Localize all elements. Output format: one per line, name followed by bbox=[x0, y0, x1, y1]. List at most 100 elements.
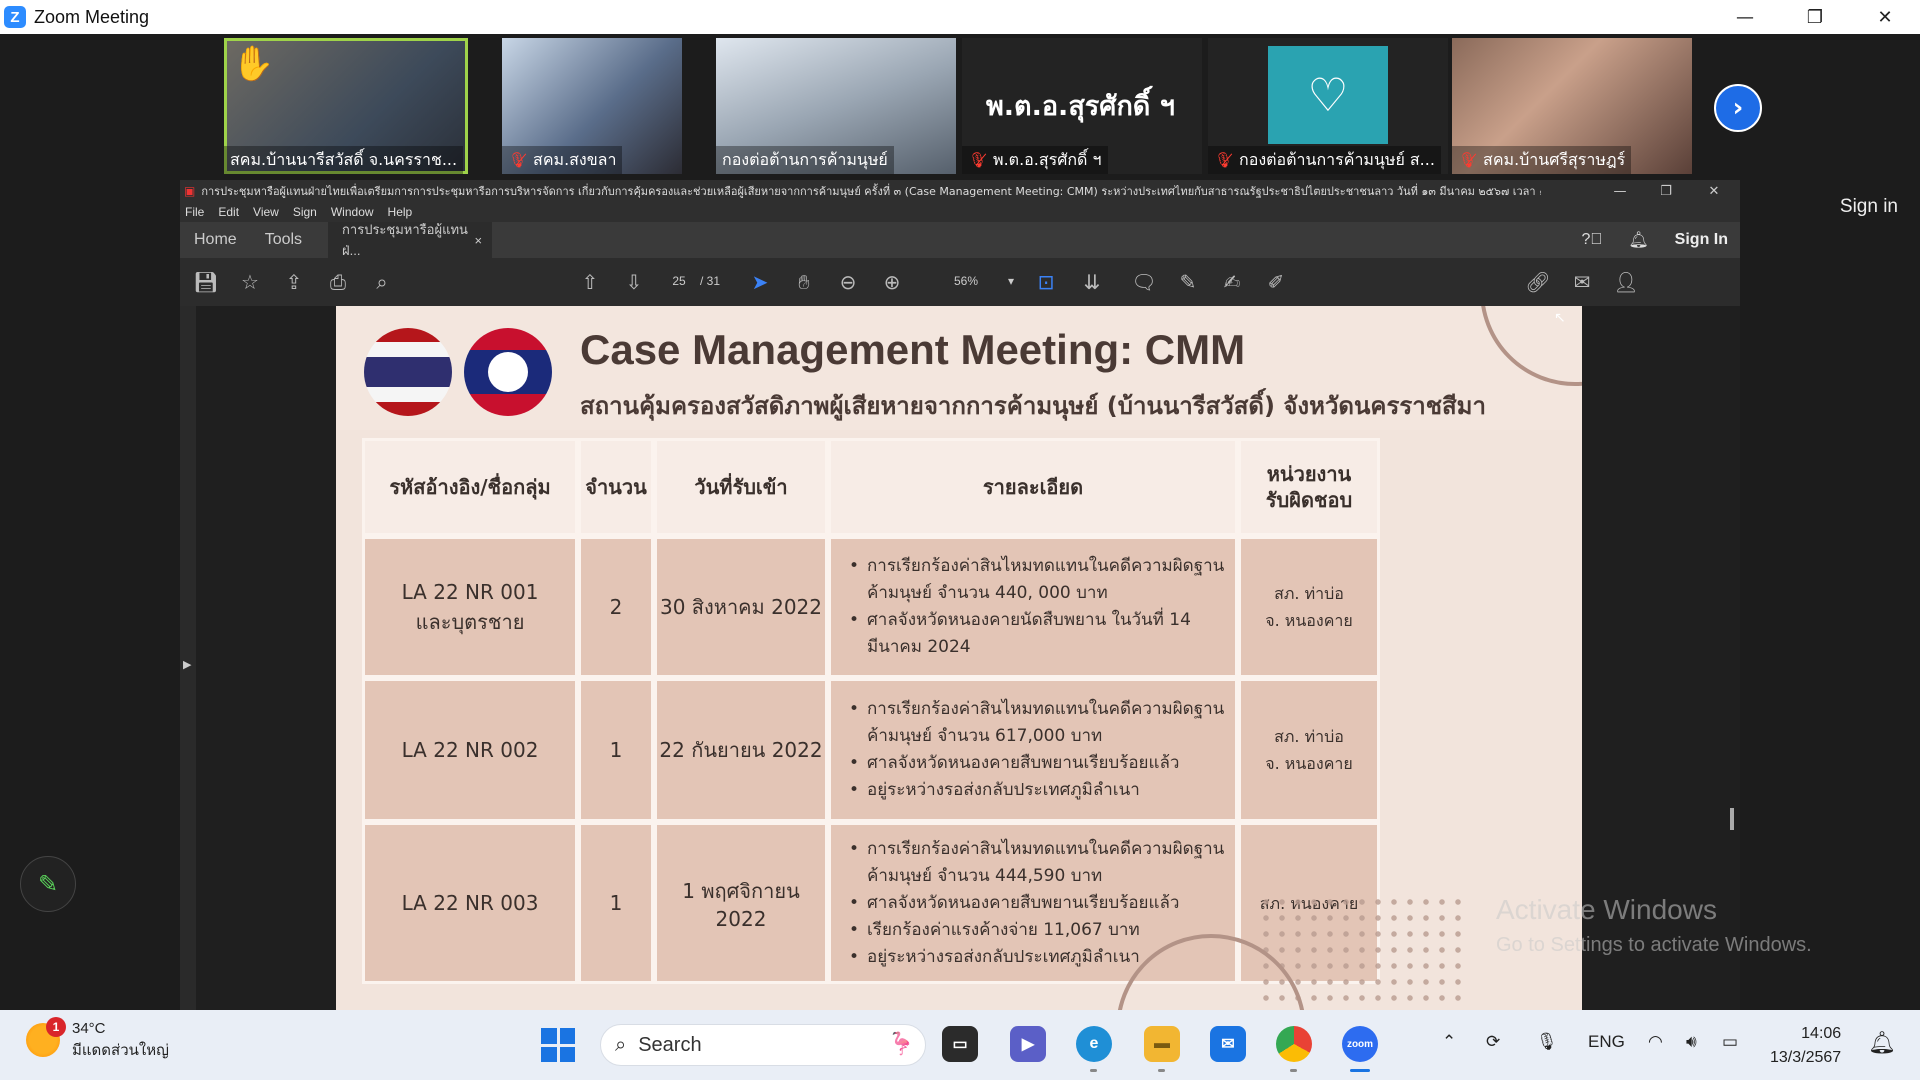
participant-strip: ✋ สคม.บ้านนารีสวัสดิ์ จ.นครราช... 🎙︎̸ สคม… bbox=[0, 34, 1920, 176]
annotate-pencil-button[interactable]: ✎ bbox=[20, 856, 76, 912]
zoom-out-icon[interactable]: ⊖ bbox=[834, 268, 862, 296]
add-user-icon[interactable]: 👤︎ bbox=[1612, 268, 1640, 296]
start-button[interactable] bbox=[541, 1028, 575, 1062]
sync-icon[interactable]: ⟳ bbox=[1486, 1032, 1500, 1052]
share-link-icon[interactable]: 🔗︎ bbox=[1524, 268, 1552, 296]
participant-tile[interactable]: ♡ 🎙︎̸ กองต่อต้านการค้ามนุษย์ ส... bbox=[1208, 38, 1448, 174]
menu-file[interactable]: File bbox=[185, 205, 204, 219]
prev-page-icon[interactable]: ⇧ bbox=[576, 268, 604, 296]
cell-unit: สภ. ท่าบ่อ จ. หนองคาย bbox=[1238, 536, 1380, 678]
next-page-icon[interactable]: ⇩ bbox=[620, 268, 648, 296]
search-icon: ⌕ bbox=[615, 1033, 627, 1056]
zoom-sign-in-link[interactable]: Sign in bbox=[1840, 196, 1898, 218]
minimize-button[interactable]: — bbox=[1710, 0, 1780, 34]
search-placeholder: Search bbox=[638, 1033, 702, 1056]
tab-document[interactable]: การประชุมหารือผู้แทนฝ่... × bbox=[328, 222, 493, 258]
star-icon[interactable]: ☆ bbox=[236, 268, 264, 296]
detail-item: ศาลจังหวัดหนองคายสืบพยานเรียบร้อยแล้ว bbox=[849, 750, 1235, 777]
sign-icon[interactable]: ✍︎ bbox=[1218, 268, 1246, 296]
chevron-up-icon[interactable]: ⌃ bbox=[1442, 1032, 1456, 1052]
save-icon[interactable]: 💾︎ bbox=[192, 268, 220, 296]
muted-mic-icon: 🎙︎̸ bbox=[508, 151, 528, 169]
bell-icon[interactable]: 🔔︎ bbox=[1628, 230, 1648, 250]
heart-logo-icon: ♡ bbox=[1268, 46, 1388, 144]
detail-item: ศาลจังหวัดหนองคายสืบพยานเรียบร้อยแล้ว bbox=[849, 890, 1235, 917]
acrobat-titlebar: ▣ การประชุมหารือผู้แทนฝ่ายไทยเพื่อเตรียม… bbox=[180, 180, 1740, 202]
zoom-level-select[interactable]: 56% ▾ bbox=[954, 270, 1014, 292]
microphone-icon[interactable]: 🎙︎ bbox=[1536, 1032, 1558, 1052]
acrobat-maximize-button[interactable]: ❐ bbox=[1646, 180, 1686, 202]
expand-panel-icon[interactable]: ▶ bbox=[183, 658, 191, 671]
weather-widget[interactable]: 1 34°C มีแดดส่วนใหญ่ bbox=[26, 1017, 169, 1062]
menu-view[interactable]: View bbox=[253, 205, 279, 219]
header-date: วันที่รับเข้า bbox=[654, 438, 828, 536]
participant-tile[interactable]: กองต่อต้านการค้ามนุษย์ bbox=[716, 38, 956, 174]
participant-label: 🎙︎̸ สคม.สงขลา bbox=[502, 146, 623, 174]
zoom-in-icon[interactable]: ⊕ bbox=[878, 268, 906, 296]
tab-close-icon[interactable]: × bbox=[474, 233, 482, 248]
left-panel-rail[interactable]: ▶ bbox=[180, 306, 196, 1044]
next-participants-button[interactable]: › bbox=[1714, 84, 1762, 132]
comment-icon[interactable]: 🗨︎ bbox=[1130, 268, 1158, 296]
cell-count: 1 bbox=[578, 822, 654, 984]
table-row: LA 22 NR 001 และบุตรชาย 2 30 สิงหาคม 202… bbox=[362, 536, 1558, 678]
participant-tile[interactable]: 🎙︎̸ สคม.บ้านศรีสุราษฎร์ bbox=[1452, 38, 1692, 174]
muted-mic-icon: 🎙︎̸ bbox=[968, 151, 988, 169]
participant-tile[interactable]: 🎙︎̸ สคม.สงขลา bbox=[502, 38, 682, 174]
language-indicator[interactable]: ENG bbox=[1588, 1032, 1625, 1052]
page-indicator: 25 / 31 bbox=[664, 270, 720, 292]
acrobat-tabbar-right: ?⃝ 🔔︎ Sign In bbox=[1581, 222, 1728, 258]
acrobat-minimize-button[interactable]: — bbox=[1600, 180, 1640, 202]
cell-ref: LA 22 NR 003 bbox=[362, 822, 578, 984]
zoom-app-icon: Z bbox=[4, 6, 26, 28]
raised-hand-icon: ✋ bbox=[232, 44, 275, 84]
window-title: Zoom Meeting bbox=[34, 6, 150, 27]
menu-help[interactable]: Help bbox=[388, 205, 413, 219]
edge-icon[interactable]: e bbox=[1076, 1026, 1112, 1072]
page-number-input[interactable]: 25 bbox=[664, 270, 694, 292]
email-icon[interactable]: ✉ bbox=[1568, 268, 1596, 296]
tab-tools[interactable]: Tools bbox=[251, 231, 316, 249]
maximize-button[interactable]: ❐ bbox=[1780, 0, 1850, 34]
menu-edit[interactable]: Edit bbox=[218, 205, 239, 219]
task-view-icon[interactable]: ▭ bbox=[942, 1026, 978, 1062]
highlight-pen-icon[interactable]: ✎ bbox=[1174, 268, 1202, 296]
pdf-page: Case Management Meeting: CMM สถานคุ้มครอ… bbox=[336, 306, 1582, 1044]
wifi-icon[interactable]: ◠ bbox=[1648, 1032, 1663, 1052]
fit-page-icon[interactable]: ⊡ bbox=[1032, 268, 1060, 296]
detail-item: อยู่ระหว่างรอส่งกลับประเทศภูมิลำเนา bbox=[849, 777, 1235, 804]
scroll-mode-icon[interactable]: ⇊ bbox=[1078, 268, 1106, 296]
taskbar-search[interactable]: ⌕ Search 🦩 bbox=[600, 1024, 926, 1066]
help-icon[interactable]: ?⃝ bbox=[1581, 231, 1602, 249]
participant-tile[interactable]: ✋ สคม.บ้านนารีสวัสดิ์ จ.นครราช... bbox=[224, 38, 468, 174]
search-highlight-art-icon: 🦩 bbox=[887, 1031, 915, 1056]
cell-ref: LA 22 NR 002 bbox=[362, 678, 578, 822]
vertical-scrollbar[interactable] bbox=[1730, 808, 1734, 830]
volume-icon[interactable]: 🔊︎ bbox=[1686, 1032, 1697, 1052]
notification-bell-icon[interactable]: 🔔︎ bbox=[1868, 1030, 1896, 1056]
acrobat-sign-in-button[interactable]: Sign In bbox=[1675, 231, 1728, 249]
tab-home[interactable]: Home bbox=[180, 231, 251, 249]
zoom-taskbar-icon[interactable]: zoom bbox=[1342, 1026, 1378, 1072]
participant-name: สคม.บ้านศรีสุราษฎร์ bbox=[1483, 149, 1626, 169]
activate-windows-hint: Go to Settings to activate Windows. bbox=[1496, 934, 1812, 956]
file-explorer-icon[interactable]: ▬ bbox=[1144, 1026, 1180, 1072]
acrobat-close-button[interactable]: ✕ bbox=[1694, 180, 1734, 202]
system-clock[interactable]: 14:06 13/3/2567 bbox=[1770, 1022, 1841, 1070]
chrome-icon[interactable] bbox=[1276, 1026, 1312, 1072]
print-icon[interactable]: ⎙ bbox=[324, 268, 352, 296]
page-total: / 31 bbox=[700, 274, 721, 288]
upload-icon[interactable]: ⇪ bbox=[280, 268, 308, 296]
select-cursor-icon[interactable]: ➤ bbox=[746, 268, 774, 296]
participant-tile[interactable]: พ.ต.อ.สุรศักดิ์ ฯ 🎙︎̸ พ.ต.อ.สุรศักดิ์ ฯ bbox=[962, 38, 1202, 174]
mail-icon[interactable]: ✉ bbox=[1210, 1026, 1246, 1062]
close-button[interactable]: ✕ bbox=[1850, 0, 1920, 34]
zoom-search-icon[interactable]: ⌕ bbox=[368, 268, 396, 296]
teams-icon[interactable]: ▶ bbox=[1010, 1026, 1046, 1062]
edit-pdf-icon[interactable]: ✐ bbox=[1262, 268, 1290, 296]
battery-icon[interactable]: ▭ bbox=[1722, 1032, 1738, 1052]
hand-tool-icon[interactable]: ✋︎ bbox=[790, 268, 818, 296]
table-row: LA 22 NR 002 1 22 กันยายน 2022 การเรียกร… bbox=[362, 678, 1558, 822]
menu-sign[interactable]: Sign bbox=[293, 205, 317, 219]
menu-window[interactable]: Window bbox=[331, 205, 374, 219]
